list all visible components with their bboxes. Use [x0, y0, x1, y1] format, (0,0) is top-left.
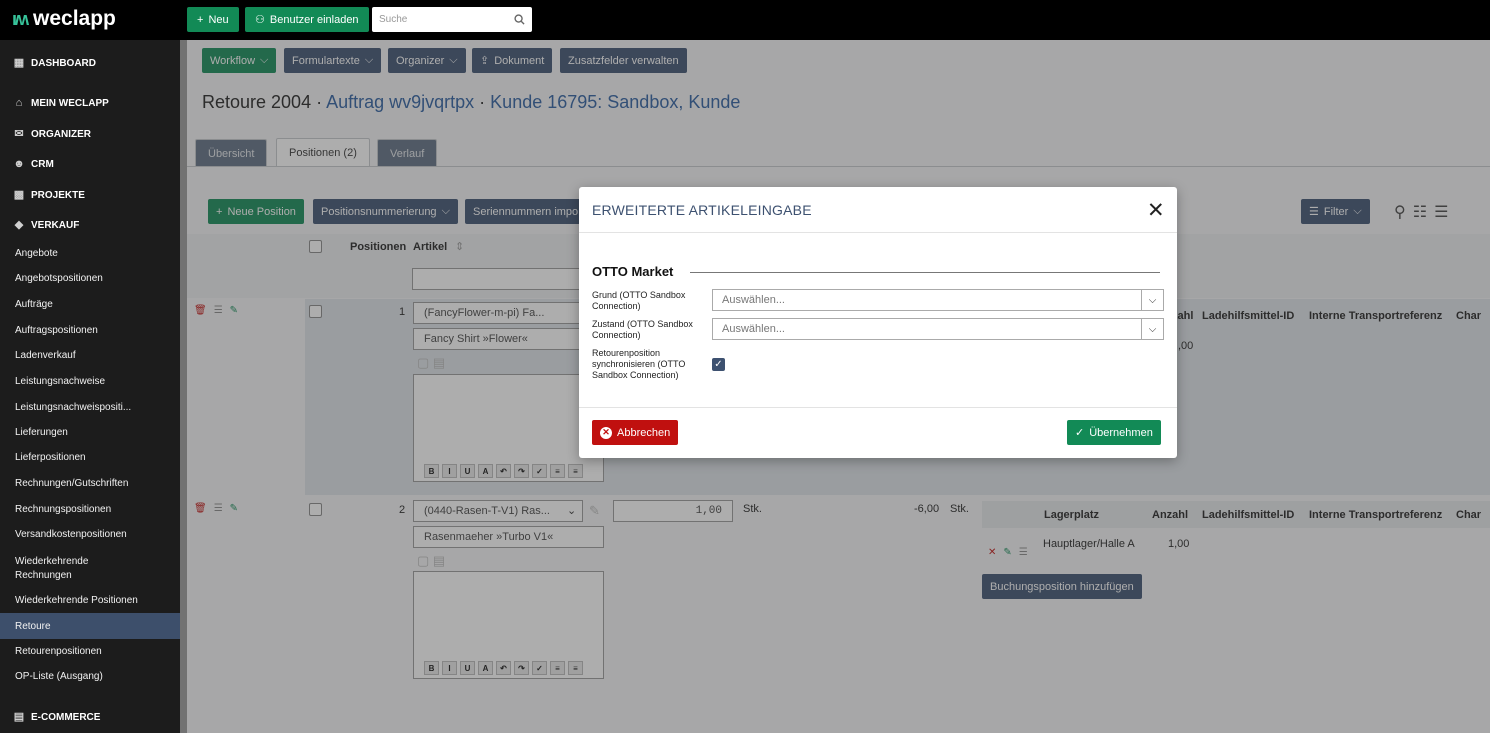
- apply-button[interactable]: ✓ Übernehmen: [1067, 420, 1161, 445]
- sidebar-item-dashboard[interactable]: ▦ DASHBOARD: [0, 50, 180, 76]
- tag-icon: ◆: [14, 219, 24, 231]
- sidebar-item-retoure[interactable]: Retoure: [0, 613, 180, 639]
- invite-user-button[interactable]: ⚇ Benutzer einladen: [245, 7, 369, 32]
- sidebar-item-label: MEIN WECLAPP: [31, 97, 109, 109]
- home-icon: ⌂: [15, 97, 23, 109]
- reason-label: Grund (OTTO Sandbox Connection): [592, 290, 686, 311]
- sidebar-item-lieferpositionen[interactable]: Lieferpositionen: [0, 444, 180, 470]
- invite-user-label: Benutzer einladen: [269, 13, 359, 26]
- add-user-icon: ⚇: [255, 14, 265, 26]
- section-title: OTTO Market: [592, 264, 674, 279]
- sidebar-item-leistungsnachweise[interactable]: Leistungsnachweise: [0, 368, 180, 394]
- cancel-icon: ✕: [600, 426, 612, 439]
- sidebar-item-retourenpositionen[interactable]: Retourenpositionen: [0, 638, 180, 664]
- logo-text: weclapp: [33, 7, 116, 30]
- sidebar-item-organizer[interactable]: ✉ ORGANIZER: [0, 121, 180, 147]
- sidebar-item-ladenverkauf[interactable]: Ladenverkauf: [0, 342, 180, 368]
- check-icon: ✓: [1075, 427, 1085, 439]
- chevron-down-icon[interactable]: ⌵: [1141, 290, 1163, 310]
- new-button[interactable]: + Neu: [187, 7, 239, 32]
- sidebar-item-label: E-COMMERCE: [31, 711, 101, 723]
- store-icon: ▤: [13, 711, 25, 723]
- search-placeholder: Suche: [379, 14, 408, 25]
- sidebar-item-angebotspositionen[interactable]: Angebotspositionen: [0, 265, 180, 291]
- sidebar-item-angebote[interactable]: Angebote: [0, 240, 180, 266]
- sidebar-item-label: ORGANIZER: [31, 128, 91, 140]
- chevron-down-icon[interactable]: ⌵: [1141, 319, 1163, 339]
- new-button-label: Neu: [208, 13, 229, 26]
- sidebar-item-versandkostenpositionen[interactable]: Versandkostenpositionen: [0, 521, 180, 547]
- weclapp-logo[interactable]: ıʍ weclapp: [12, 7, 116, 31]
- sidebar-item-rechnungspositionen[interactable]: Rechnungspositionen: [0, 496, 180, 522]
- sync-label: Retourenposition synchronisieren (OTTO S…: [592, 348, 686, 380]
- sidebar-item-label: VERKAUF: [31, 219, 80, 231]
- state-placeholder: Auswählen...: [722, 323, 785, 335]
- briefcase-icon: ▩: [13, 189, 25, 201]
- sidebar-item-verkauf[interactable]: ◆ VERKAUF: [0, 212, 180, 238]
- top-bar: ıʍ weclapp + Neu ⚇ Benutzer einladen Suc…: [0, 0, 1490, 40]
- sidebar-item-label: CRM: [31, 158, 54, 170]
- dashboard-icon: ▦: [13, 57, 25, 69]
- people-icon: ☻: [13, 158, 25, 170]
- dialog-title: ERWEITERTE ARTIKELEINGABE: [592, 202, 812, 218]
- sidebar-item-e-commerce[interactable]: ▤ E-COMMERCE: [0, 704, 180, 730]
- sync-checkbox[interactable]: ✓: [712, 358, 725, 371]
- sidebar-item-lieferungen[interactable]: Lieferungen: [0, 419, 180, 445]
- mail-icon: ✉: [14, 128, 24, 140]
- plus-icon: +: [197, 13, 204, 26]
- apply-label: Übernehmen: [1089, 426, 1153, 439]
- reason-placeholder: Auswählen...: [722, 294, 785, 306]
- sidebar-item-auftragspositionen[interactable]: Auftragspositionen: [0, 317, 180, 343]
- sidebar: ▦ DASHBOARD ⌂ MEIN WECLAPP ✉ ORGANIZER ☻ CRM…: [0, 40, 180, 733]
- state-select[interactable]: Auswählen... ⌵: [712, 318, 1164, 340]
- sidebar-item-crm[interactable]: ☻ CRM: [0, 151, 180, 177]
- sidebar-item-auftraege[interactable]: Aufträge: [0, 291, 180, 317]
- reason-select[interactable]: Auswählen... ⌵: [712, 289, 1164, 311]
- sidebar-item-wiederkehrende-positionen[interactable]: Wiederkehrende Positionen: [0, 587, 180, 613]
- sidebar-item-projekte[interactable]: ▩ PROJEKTE: [0, 182, 180, 208]
- dialog-footer-divider: [579, 407, 1177, 408]
- sidebar-item-mein-weclapp[interactable]: ⌂ MEIN WECLAPP: [0, 90, 180, 116]
- extended-article-dialog: ERWEITERTE ARTIKELEINGABE ✕ OTTO Market …: [579, 187, 1177, 458]
- sidebar-item-label: DASHBOARD: [31, 57, 96, 69]
- search-input[interactable]: Suche: [372, 7, 532, 32]
- dialog-header-divider: [579, 232, 1177, 233]
- cancel-label: Abbrechen: [617, 426, 671, 439]
- sidebar-item-wiederkehrende-rechnungen[interactable]: Wiederkehrende Rechnungen: [0, 554, 110, 584]
- state-label: Zustand (OTTO Sandbox Connection): [592, 319, 693, 340]
- cancel-button[interactable]: ✕ Abbrechen: [592, 420, 679, 445]
- close-icon[interactable]: ✕: [1147, 198, 1165, 223]
- search-icon: [514, 14, 525, 25]
- sidebar-item-label: PROJEKTE: [31, 189, 85, 201]
- weclapp-logo-icon: ıʍ: [12, 8, 29, 29]
- sidebar-item-rechnungen[interactable]: Rechnungen/Gutschriften: [0, 470, 180, 496]
- sidebar-item-leistungsnachweispositionen[interactable]: Leistungsnachweispositi...: [0, 394, 180, 420]
- section-divider: [690, 272, 1160, 273]
- sidebar-item-op-liste[interactable]: OP-Liste (Ausgang): [0, 663, 180, 689]
